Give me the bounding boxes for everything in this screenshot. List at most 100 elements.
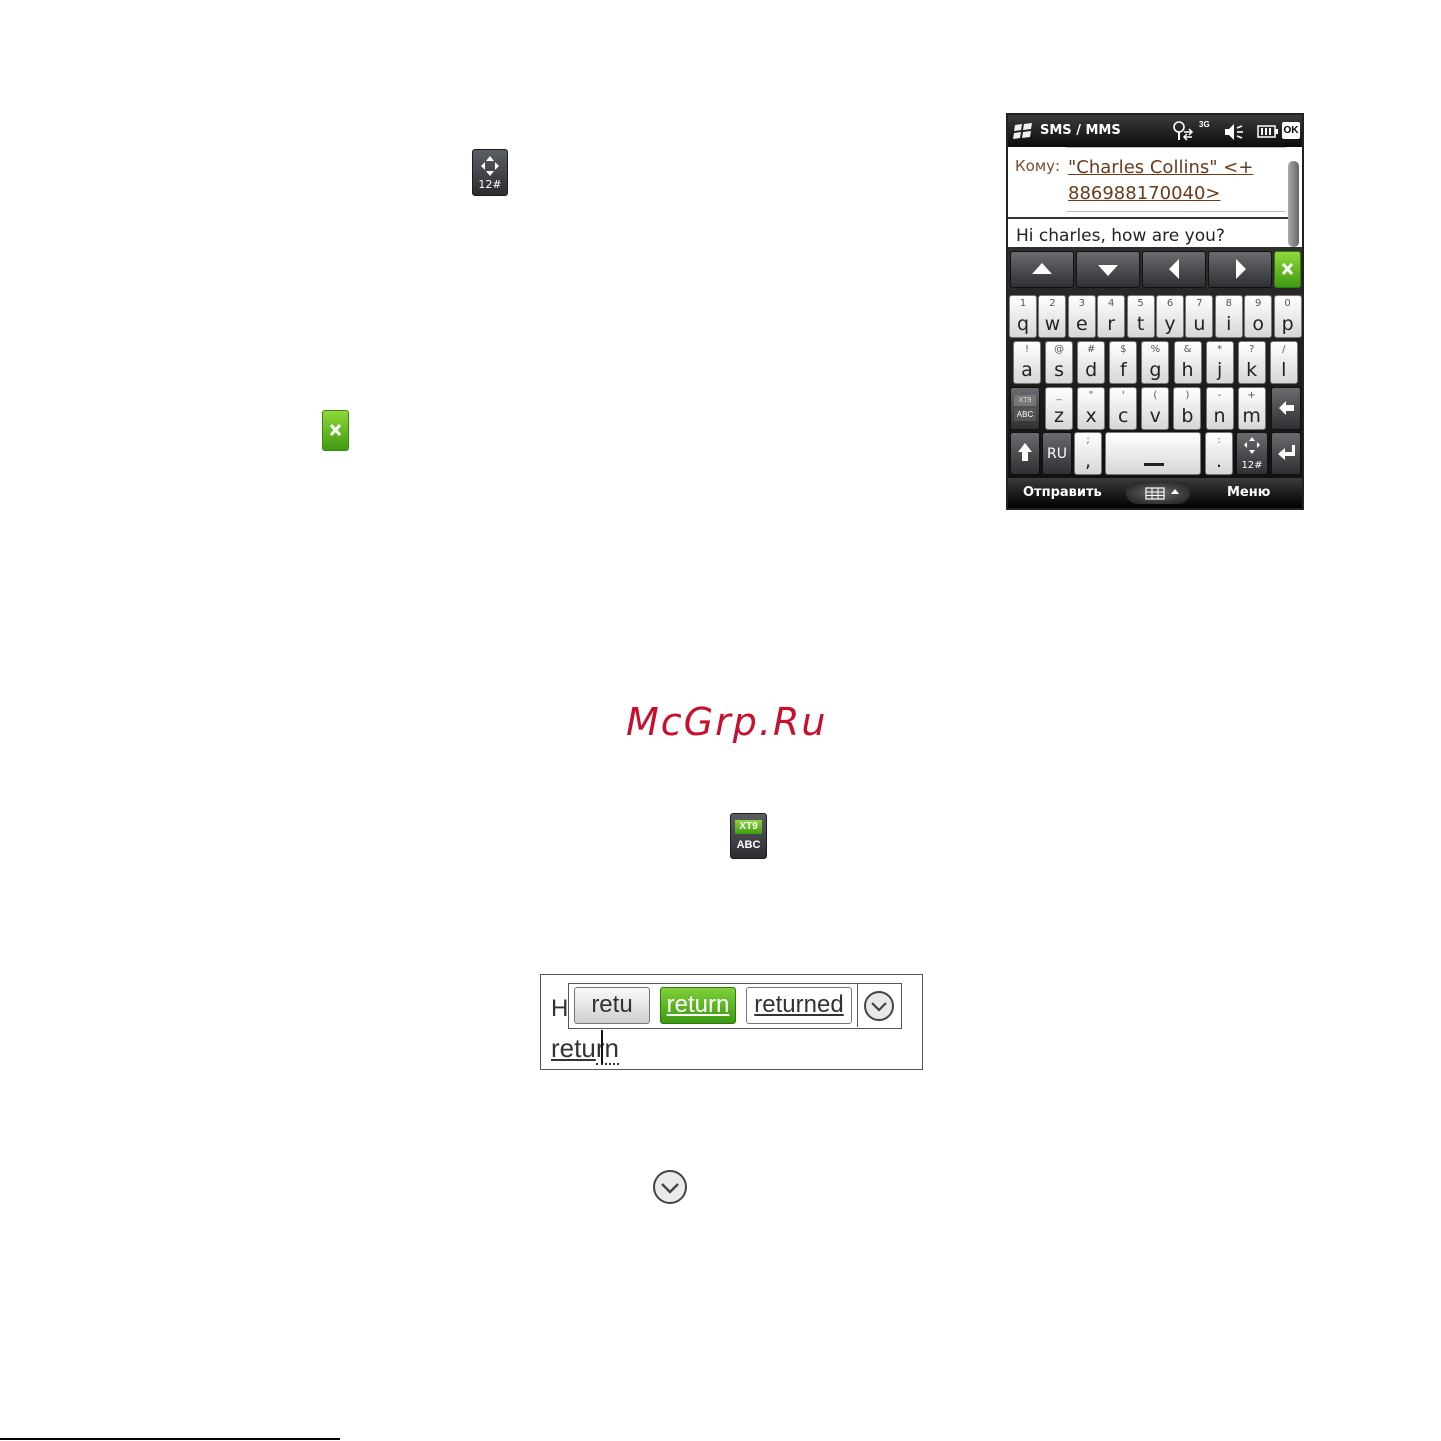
typed-word: return [551,1033,619,1065]
key-letter: p [1281,313,1294,335]
compose-area: Кому: "Charles Collins" <+ 886988170040>… [1008,147,1302,247]
key-symbol: ) [1185,390,1190,401]
key-a[interactable]: ! a [1013,341,1041,384]
key-letter: l [1281,359,1287,381]
status-bar: SMS / MMS 3G OK [1008,115,1302,147]
key-g[interactable]: % g [1141,341,1170,384]
candidate-return[interactable]: return [660,987,736,1024]
key-symbol: * [1217,344,1223,355]
key-period[interactable]: : . [1205,432,1233,475]
key-i[interactable]: 8i [1214,295,1243,338]
key-symbol: 8 [1225,298,1232,309]
key-symbol: 1 [1019,298,1027,309]
expand-candidates-icon[interactable] [862,989,896,1023]
close-icon [329,423,342,437]
close-keyboard-button[interactable] [1274,251,1301,288]
key-symbol: 6 [1166,298,1174,309]
key-symbol: _ [1056,390,1062,401]
key-w[interactable]: 2w [1038,295,1067,338]
arrows-icon [481,156,499,176]
backspace-key[interactable] [1271,387,1301,430]
enter-key[interactable] [1271,432,1301,475]
key-u[interactable]: 7u [1185,295,1214,338]
key-letter: w [1044,313,1061,335]
key-letter: s [1054,359,1065,381]
key-symbol: 3 [1078,298,1085,309]
key-k[interactable]: ? k [1237,341,1266,384]
key-l[interactable]: / l [1269,341,1298,384]
xt9-toggle-key[interactable]: XT9 ABC [1010,387,1040,430]
word-candidates-figure: H retu return returned return [540,974,923,1070]
key-letter: m [1242,405,1261,427]
windows-start-icon[interactable] [1013,121,1035,141]
key-n[interactable]: -n [1205,387,1234,430]
key-letter: x [1085,405,1097,427]
key-b[interactable]: ) b [1173,387,1202,430]
candidate-retu[interactable]: retu [574,987,650,1024]
key-d[interactable]: # d [1077,341,1106,384]
key-down[interactable] [1076,251,1140,288]
ok-button[interactable]: OK [1282,122,1300,139]
keyboard-icon [1145,487,1179,500]
key-up[interactable] [1010,251,1074,288]
key-v[interactable]: (v [1141,387,1170,430]
send-softkey[interactable]: Отправить [1023,485,1102,500]
key-letter: r [1107,313,1116,335]
key-e[interactable]: 3e [1067,295,1096,338]
candidate-popup: retu return returned [568,983,902,1029]
expand-candidates-icon [653,1170,687,1204]
key-p[interactable]: 0p [1273,295,1302,338]
menu-softkey[interactable]: Меню [1227,485,1270,500]
numeric-key[interactable]: 12# [1236,432,1268,475]
backspace-icon [1279,401,1294,415]
speaker-mute-icon [1225,124,1243,140]
scrollbar[interactable] [1288,161,1299,247]
key-x[interactable]: " x [1077,387,1106,430]
key-letter: i [1226,313,1232,335]
numeric-key-label: 12# [478,178,502,191]
key-r[interactable]: 4r [1097,295,1126,338]
key-letter: y [1164,313,1176,335]
candidate-returned[interactable]: returned [746,987,852,1024]
key-symbol: # [1086,344,1096,355]
softkey-bar: Отправить Меню [1008,478,1302,508]
recipient-line-1[interactable]: "Charles Collins" <+ [1068,157,1253,178]
key-t[interactable]: 5t [1126,295,1155,338]
network-type: 3G [1199,120,1210,129]
signal-icon [1173,121,1194,141]
key-z[interactable]: _ z [1045,387,1073,430]
key-letter: d [1085,359,1098,381]
key-j[interactable]: * j [1205,341,1234,384]
close-icon [1281,262,1294,276]
key-h[interactable]: & h [1173,341,1202,384]
input-selector-button[interactable] [1126,482,1190,504]
arrows-icon [1244,437,1260,454]
key-letter: o [1252,313,1264,335]
text-cursor [601,1030,603,1064]
key-symbol: 9 [1255,298,1262,309]
key-m[interactable]: + m [1237,387,1266,430]
key-y[interactable]: 6y [1156,295,1184,338]
key-left[interactable] [1142,251,1206,288]
key-s[interactable]: @ s [1045,341,1074,384]
space-key[interactable] [1105,432,1201,475]
app-title: SMS / MMS [1040,123,1121,138]
message-body[interactable]: Hi charles, how are you? [1016,226,1225,246]
key-symbol: 7 [1196,298,1203,309]
key-right[interactable] [1208,251,1272,288]
key-symbol: ' [1121,390,1125,401]
key-symbol: & [1183,344,1192,355]
recipient-line-2[interactable]: 886988170040> [1068,183,1221,204]
key-comma[interactable]: ; , [1074,432,1102,475]
key-letter: z [1054,405,1064,427]
key-letter: u [1193,313,1206,335]
language-key[interactable]: RU [1042,432,1072,475]
key-letter: j [1216,359,1223,381]
enter-icon [1278,445,1295,460]
key-c[interactable]: ' c [1109,387,1138,430]
shift-key[interactable] [1010,432,1040,475]
key-o[interactable]: 9o [1244,295,1273,338]
key-q[interactable]: 1q [1009,295,1037,338]
key-f[interactable]: $ f [1109,341,1138,384]
key-letter: v [1149,405,1161,427]
